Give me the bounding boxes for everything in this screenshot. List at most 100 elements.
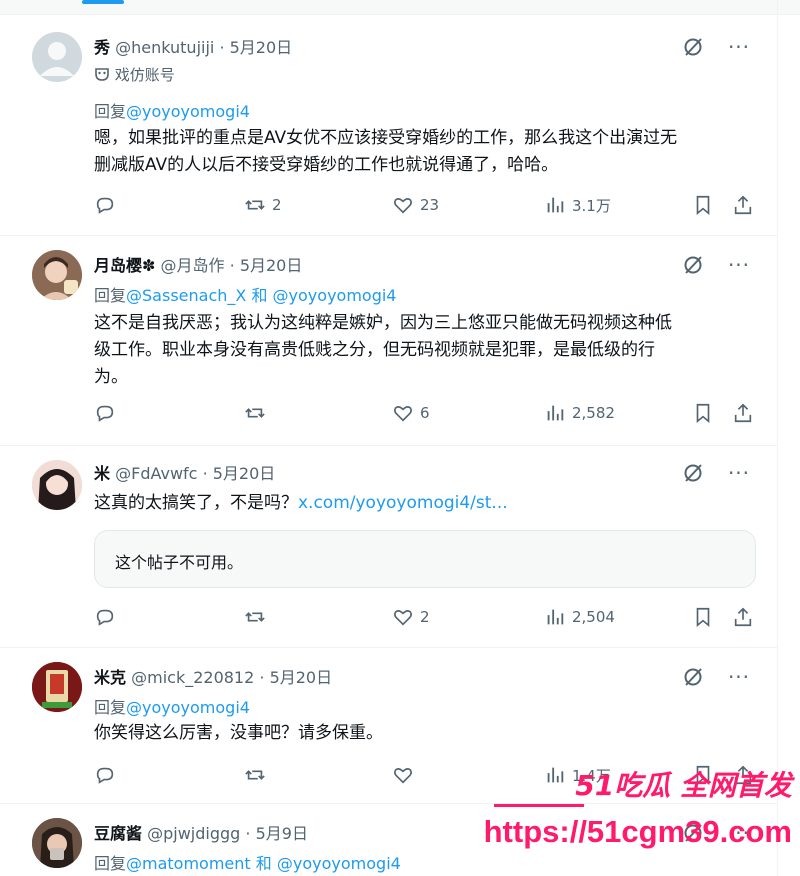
avatar-default[interactable] xyxy=(32,32,82,82)
share-button[interactable] xyxy=(732,606,754,628)
tweet-date[interactable]: 5月20日 xyxy=(213,464,276,483)
view-count: 2,504 xyxy=(572,608,615,626)
tweet-actions: 2 23 3.1万 xyxy=(94,194,762,218)
retweet-button[interactable] xyxy=(244,606,266,628)
user-handle[interactable]: @mick_220812 xyxy=(131,668,254,687)
tweet[interactable]: 秀 @henkutujiji · 5月20日 ··· 戏仿账号 回复@yoyoy… xyxy=(0,16,778,236)
tweet-top-actions: ··· xyxy=(680,461,752,485)
user-handle[interactable]: @pjwjdiggg xyxy=(147,824,240,843)
tweet-text-line: 删减版AV的人以后不接受穿婚纱的工作也就说得通了，哈哈。 xyxy=(94,155,559,175)
grok-icon[interactable] xyxy=(680,36,706,58)
retweet-button[interactable]: 2 xyxy=(244,194,282,216)
tweet-date[interactable]: 5月20日 xyxy=(240,256,303,275)
retweet-icon xyxy=(245,200,265,210)
like-count: 2 xyxy=(420,608,430,626)
tweet-actions: 2 2,504 xyxy=(94,606,762,630)
bookmark-button[interactable] xyxy=(692,606,714,628)
like-count: 23 xyxy=(420,196,440,214)
avatar-photo xyxy=(32,662,82,712)
reply-prefix: 回复 xyxy=(94,286,127,305)
reply-icon xyxy=(96,405,114,422)
reply-prefix: 回复 xyxy=(94,854,127,873)
more-options-icon[interactable]: ··· xyxy=(726,35,752,59)
more-options-icon[interactable]: ··· xyxy=(726,253,752,277)
user-handle[interactable]: @FdAvwfc xyxy=(115,464,197,483)
separator: · xyxy=(259,668,265,687)
retweet-button[interactable] xyxy=(244,764,266,786)
reply-button[interactable] xyxy=(94,194,116,216)
like-button[interactable]: 6 xyxy=(392,402,430,424)
tweet-text-line: 这不是自我厌恶；我认为这纯粹是嫉妒，因为三上悠亚只能做无码视频这种低 xyxy=(94,313,672,333)
tweet-text-line: 你笑得这么厉害，没事吧？请多保重。 xyxy=(94,723,383,743)
avatar-photo xyxy=(32,460,82,510)
retweet-icon xyxy=(245,612,265,622)
bookmark-icon xyxy=(696,403,710,424)
display-name[interactable]: 豆腐酱 xyxy=(94,824,142,843)
tweet-top-actions: ··· xyxy=(680,35,752,59)
tweet-header: 月岛樱✽ @月岛作 · 5月20日 xyxy=(94,252,302,276)
reply-mention[interactable]: @yoyoyomogi4 xyxy=(277,854,401,873)
grok-icon[interactable] xyxy=(680,462,706,484)
reply-mention[interactable]: @Sassenach_X xyxy=(126,286,246,305)
tweet[interactable]: 月岛樱✽ @月岛作 · 5月20日 ··· 回复@Sassenach_X 和 @… xyxy=(0,236,778,446)
bookmark-button[interactable] xyxy=(692,402,714,424)
reply-icon xyxy=(96,197,114,214)
retweet-icon xyxy=(245,770,265,780)
reply-mention[interactable]: @yoyoyomogi4 xyxy=(126,698,250,717)
user-handle[interactable]: @月岛作 xyxy=(161,256,225,275)
parody-label: 戏仿账号 xyxy=(94,64,175,85)
bookmark-button[interactable] xyxy=(692,194,714,216)
user-handle[interactable]: @henkutujiji xyxy=(115,38,214,57)
like-button[interactable]: 2 xyxy=(392,606,430,628)
avatar[interactable] xyxy=(32,818,82,868)
reply-prefix: 回复 xyxy=(94,698,127,717)
more-options-icon[interactable]: ··· xyxy=(726,461,752,485)
share-button[interactable] xyxy=(732,194,754,216)
separator: · xyxy=(219,38,225,57)
avatar[interactable] xyxy=(32,662,82,712)
share-button[interactable] xyxy=(732,402,754,424)
reply-context: 回复@matomoment 和 @yoyoyomogi4 xyxy=(94,850,401,874)
reply-prefix: 回复 xyxy=(94,102,127,121)
tweet-header: 豆腐酱 @pjwjdiggg · 5月9日 xyxy=(94,820,308,844)
tweet[interactable]: 米 @FdAvwfc · 5月20日 ··· 这真的太搞笑了，不是吗？x.com… xyxy=(0,446,778,648)
reply-button[interactable] xyxy=(94,764,116,786)
avatar[interactable] xyxy=(32,460,82,510)
tab-indicator xyxy=(82,0,124,4)
grok-icon[interactable] xyxy=(680,666,706,688)
tweet-date[interactable]: 5月9日 xyxy=(256,824,308,843)
views-button[interactable]: 3.1万 xyxy=(544,194,611,216)
reply-button[interactable] xyxy=(94,402,116,424)
views-button[interactable]: 2,582 xyxy=(544,402,615,424)
reply-context: 回复@yoyoyomogi4 xyxy=(94,98,250,122)
watermark-url: https://51cgm39.com xyxy=(483,814,792,849)
reply-icon xyxy=(96,767,114,784)
display-name[interactable]: 米克 xyxy=(94,668,126,687)
views-button[interactable]: 2,504 xyxy=(544,606,615,628)
display-name[interactable]: 米 xyxy=(94,464,110,483)
tweet-top-actions: ··· xyxy=(680,253,752,277)
heart-icon xyxy=(394,610,412,626)
tweet-text: 这真的太搞笑了，不是吗？x.com/yoyoyomogi4/st... xyxy=(94,488,508,513)
tweet-header: 米 @FdAvwfc · 5月20日 xyxy=(94,460,275,484)
grok-icon[interactable] xyxy=(680,254,706,276)
tweet-text: 这不是自我厌恶；我认为这纯粹是嫉妒，因为三上悠亚只能做无码视频这种低 级工作。职… xyxy=(94,310,764,391)
display-name[interactable]: 月岛樱✽ xyxy=(94,256,155,275)
avatar[interactable] xyxy=(32,250,82,300)
like-button[interactable] xyxy=(392,764,414,786)
reply-mention[interactable]: @matomoment xyxy=(126,854,251,873)
tweet-date[interactable]: 5月20日 xyxy=(270,668,333,687)
reply-mention[interactable]: @yoyoyomogi4 xyxy=(273,286,397,305)
tweet-link[interactable]: x.com/yoyoyomogi4/st... xyxy=(298,493,508,513)
tweet-date[interactable]: 5月20日 xyxy=(230,38,293,57)
bookmark-icon xyxy=(696,195,710,216)
more-options-icon[interactable]: ··· xyxy=(726,665,752,689)
separator: · xyxy=(229,256,235,275)
retweet-button[interactable] xyxy=(244,402,266,424)
display-name[interactable]: 秀 xyxy=(94,38,110,57)
like-button[interactable]: 23 xyxy=(392,194,439,216)
heart-icon xyxy=(394,768,412,784)
reply-button[interactable] xyxy=(94,606,116,628)
reply-mention[interactable]: @yoyoyomogi4 xyxy=(126,102,250,121)
tweet-text-line: 嗯，如果批评的重点是AV女优不应该接受穿婚纱的工作，那么我这个出演过无 xyxy=(94,128,678,148)
